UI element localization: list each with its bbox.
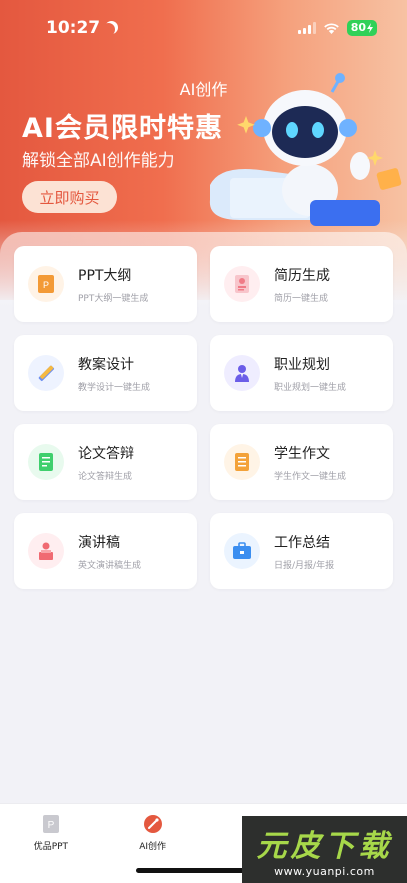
wifi-icon xyxy=(323,22,339,34)
feature-card-career-plan[interactable]: 职业规划 职业规划一键生成 xyxy=(210,335,393,411)
card-title: 学生作文 xyxy=(274,445,330,462)
status-icons: 80 xyxy=(297,20,377,36)
card-subtitle: 英文演讲稿生成 xyxy=(78,560,142,571)
document-icon xyxy=(28,444,64,480)
businessman-icon xyxy=(224,355,260,391)
moon-icon xyxy=(102,23,115,36)
tab-label: AI创作 xyxy=(139,842,167,852)
watermark-url: www.yuanpi.com xyxy=(274,865,375,878)
card-title: 论文答辩 xyxy=(78,445,134,462)
card-title: 演讲稿 xyxy=(78,534,120,551)
feature-card-resume[interactable]: 简历生成 简历一键生成 xyxy=(210,246,393,322)
buy-now-button[interactable]: 立即购买 xyxy=(22,181,117,213)
ai-create-tab-icon xyxy=(143,815,162,833)
essay-icon xyxy=(224,444,260,480)
feature-card-work-summary[interactable]: 工作总结 日报/月报/年报 xyxy=(210,513,393,589)
feature-card-speech[interactable]: 演讲稿 英文演讲稿生成 xyxy=(14,513,197,589)
feature-grid: P PPT大纲 PPT大纲一键生成 简历生成 简历一键生成 教案设计 教学设计一… xyxy=(14,246,393,589)
card-title: 简历生成 xyxy=(274,267,330,284)
feature-card-lesson-plan[interactable]: 教案设计 教学设计一键生成 xyxy=(14,335,197,411)
card-title: 教案设计 xyxy=(78,356,134,373)
card-subtitle: 日报/月报/年报 xyxy=(274,560,335,571)
watermark-logo: 元皮下载 www.yuanpi.com xyxy=(242,816,407,883)
podium-icon xyxy=(28,533,64,569)
clock-text: 10:27 xyxy=(46,18,101,38)
status-bar: 10:27 80 xyxy=(0,0,407,56)
card-subtitle: 教学设计一键生成 xyxy=(78,382,151,393)
resume-icon xyxy=(224,266,260,302)
promo-title: AI会员限时特惠 xyxy=(22,113,223,144)
ppt-doc-icon: P xyxy=(28,266,64,302)
card-subtitle: 简历一键生成 xyxy=(274,293,329,304)
clock: 10:27 xyxy=(46,18,117,38)
card-subtitle: 论文答辩生成 xyxy=(78,471,133,482)
tab-ppt[interactable]: P 优品PPT xyxy=(0,804,102,883)
charging-icon xyxy=(367,23,373,33)
svg-text:P: P xyxy=(48,820,55,831)
card-title: 职业规划 xyxy=(274,356,330,373)
watermark-main-text: 元皮下载 xyxy=(256,829,393,864)
card-title: 工作总结 xyxy=(274,534,330,551)
card-subtitle: 职业规划一键生成 xyxy=(274,382,347,393)
signal-icon xyxy=(297,22,316,34)
briefcase-icon xyxy=(224,533,260,569)
battery-level: 80 xyxy=(350,21,366,34)
feature-card-student-essay[interactable]: 学生作文 学生作文一键生成 xyxy=(210,424,393,500)
ppt-tab-icon: P xyxy=(42,815,59,833)
card-subtitle: PPT大纲一键生成 xyxy=(78,293,149,304)
feature-card-ppt-outline[interactable]: P PPT大纲 PPT大纲一键生成 xyxy=(14,246,197,322)
feature-card-thesis-defense[interactable]: 论文答辩 论文答辩生成 xyxy=(14,424,197,500)
svg-text:P: P xyxy=(43,280,49,290)
card-subtitle: 学生作文一键生成 xyxy=(274,471,347,482)
battery-indicator: 80 xyxy=(346,20,377,36)
card-title: PPT大纲 xyxy=(78,267,132,284)
page-title: AI创作 xyxy=(179,80,228,99)
promo-subtitle: 解锁全部AI创作能力 xyxy=(22,151,175,171)
ruler-pencil-icon xyxy=(28,355,64,391)
tab-label: 优品PPT xyxy=(33,842,69,852)
